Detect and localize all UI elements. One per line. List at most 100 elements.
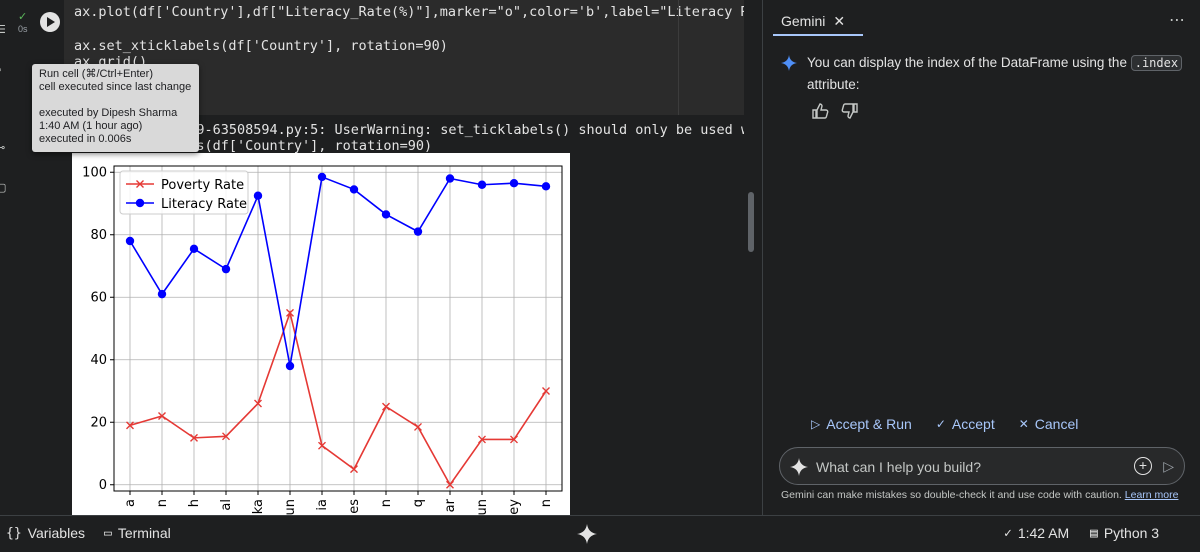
editor-divider bbox=[678, 0, 679, 115]
cell-execution-status: ✓ 0s bbox=[18, 10, 32, 34]
x-tick-label: ka bbox=[251, 499, 266, 514]
inline-code: .index bbox=[1130, 55, 1183, 71]
y-tick-label: 0 bbox=[99, 478, 107, 493]
run-cell-tooltip: Run cell (⌘/Ctrl+Enter) cell executed si… bbox=[32, 64, 199, 152]
add-icon[interactable]: + bbox=[1134, 457, 1152, 475]
data-point bbox=[541, 182, 551, 191]
scrollbar-thumb[interactable] bbox=[748, 192, 754, 252]
response-text: attribute: bbox=[807, 77, 860, 92]
left-rail: ☰ ⌕ › ⊸ ▢ bbox=[0, 0, 10, 515]
x-tick-label: q bbox=[411, 499, 426, 507]
x-tick-label: ey bbox=[507, 499, 522, 515]
accept-button[interactable]: ✓ Accept bbox=[936, 416, 995, 432]
learn-more-link[interactable]: Learn more bbox=[1125, 489, 1179, 501]
folder-icon[interactable]: ▢ bbox=[0, 182, 8, 194]
legend-marker bbox=[135, 198, 145, 208]
suggestion-actions: ▷ Accept & Run ✓ Accept ✕ Cancel bbox=[811, 416, 1078, 432]
active-tab-indicator bbox=[773, 34, 863, 36]
close-icon: ✕ bbox=[1018, 417, 1029, 431]
y-tick-label: 100 bbox=[82, 165, 107, 180]
status-bar: {} Variables ▭ Terminal ✓ 1:42 AM ▤ Pyth… bbox=[0, 515, 1200, 552]
tooltip-shortcut: Run cell (⌘/Ctrl+Enter) bbox=[39, 68, 154, 80]
tab-gemini[interactable]: Gemini ✕ bbox=[781, 10, 845, 32]
variables-icon: {} bbox=[6, 525, 22, 541]
check-icon: ✓ bbox=[935, 417, 946, 431]
play-icon: ▷ bbox=[811, 417, 821, 431]
thumbs-down-icon[interactable] bbox=[841, 102, 859, 120]
data-point bbox=[381, 210, 391, 219]
x-tick-label: n bbox=[379, 499, 394, 507]
tab-label: Gemini bbox=[781, 13, 826, 29]
tooltip-executed-at: 1:40 AM (1 hour ago) bbox=[39, 120, 143, 132]
legend-label: Poverty Rate bbox=[161, 178, 244, 193]
warning-text: bels(df['Country'], rotation=90) bbox=[172, 138, 433, 154]
thumbs-up-icon[interactable] bbox=[811, 102, 829, 120]
x-tick-label: ia bbox=[315, 499, 330, 511]
plot-frame bbox=[113, 165, 563, 492]
key-icon[interactable]: ⊸ bbox=[0, 142, 8, 154]
notebook-scrollbar[interactable] bbox=[745, 0, 757, 515]
data-point bbox=[157, 289, 167, 299]
send-icon[interactable]: ▷ bbox=[1163, 458, 1174, 475]
code-line: ax.set_xticklabels(df['Country'], rotati… bbox=[74, 38, 448, 54]
terminal-icon: ▭ bbox=[104, 525, 112, 541]
code-line: ax.plot(df['Country'],df["Literacy_Rate(… bbox=[74, 4, 744, 20]
execution-status[interactable]: ✓ 1:42 AM bbox=[1004, 525, 1069, 541]
server-icon: ▤ bbox=[1090, 525, 1098, 541]
x-tick-label: ar bbox=[443, 498, 458, 512]
search-icon[interactable]: ⌕ bbox=[0, 64, 8, 76]
check-icon: ✓ bbox=[18, 11, 28, 23]
close-icon[interactable]: ✕ bbox=[833, 13, 845, 30]
runtime-indicator[interactable]: ▤ Python 3 bbox=[1090, 525, 1159, 541]
data-point bbox=[253, 191, 263, 200]
x-tick-label: a bbox=[123, 499, 138, 507]
data-point bbox=[285, 361, 295, 371]
feedback-buttons bbox=[811, 102, 859, 120]
x-tick-label: un bbox=[283, 499, 298, 515]
data-point bbox=[477, 180, 487, 189]
prompt-box: + ▷ bbox=[779, 447, 1185, 485]
tooltip-duration: executed in 0.006s bbox=[39, 133, 132, 145]
more-options-icon[interactable]: ⋯ bbox=[1169, 10, 1186, 30]
x-tick-label: n bbox=[155, 499, 170, 507]
data-point bbox=[317, 172, 327, 182]
accept-and-run-button[interactable]: ▷ Accept & Run bbox=[811, 416, 912, 432]
y-tick-label: 80 bbox=[90, 228, 107, 243]
code-icon[interactable]: › bbox=[0, 102, 8, 114]
x-tick-label: un bbox=[475, 499, 490, 515]
data-point bbox=[413, 227, 423, 236]
execution-time: 0s bbox=[18, 24, 28, 34]
data-point bbox=[445, 174, 455, 183]
gemini-sparkle-icon bbox=[790, 458, 808, 476]
data-point bbox=[189, 244, 199, 254]
y-tick-label: 20 bbox=[90, 415, 107, 430]
response-text: You can display the index of the DataFra… bbox=[807, 55, 1127, 70]
x-tick-label: al bbox=[219, 499, 234, 511]
cancel-button[interactable]: ✕ Cancel bbox=[1019, 416, 1079, 432]
run-cell-button[interactable] bbox=[40, 12, 60, 32]
x-tick-label: n bbox=[539, 499, 554, 507]
y-tick-label: 40 bbox=[90, 353, 107, 368]
gemini-response: You can display the index of the DataFra… bbox=[807, 52, 1187, 96]
gemini-sparkle-icon bbox=[781, 55, 797, 71]
gemini-sparkle-icon[interactable] bbox=[577, 524, 597, 544]
check-icon: ✓ bbox=[1004, 525, 1012, 541]
x-tick-label: h bbox=[187, 499, 202, 507]
disclaimer: Gemini can make mistakes so double-check… bbox=[781, 489, 1179, 501]
data-point bbox=[509, 178, 519, 188]
menu-icon[interactable]: ☰ bbox=[0, 24, 8, 36]
y-tick-label: 60 bbox=[90, 290, 107, 305]
data-point bbox=[125, 236, 135, 246]
x-tick-label: es bbox=[347, 499, 362, 514]
terminal-button[interactable]: ▭ Terminal bbox=[104, 525, 171, 541]
legend-label: Literacy Rate bbox=[161, 197, 247, 212]
prompt-input[interactable] bbox=[816, 457, 1116, 477]
data-point bbox=[221, 264, 231, 274]
gemini-panel: Gemini ✕ ⋯ You can display the index of … bbox=[762, 0, 1200, 515]
tooltip-state: cell executed since last change bbox=[39, 81, 192, 93]
series-line bbox=[129, 310, 547, 487]
tooltip-executed-by: executed by Dipesh Sharma bbox=[39, 107, 178, 119]
plot-image: 0 20 40 60 80 100 a n h al ka un ia es n q ar un ey n Povert… bbox=[72, 153, 570, 515]
variables-button[interactable]: {} Variables bbox=[6, 525, 85, 541]
cell-output: ut-9-63508594.py:5: UserWarning: set_tic… bbox=[64, 115, 744, 515]
